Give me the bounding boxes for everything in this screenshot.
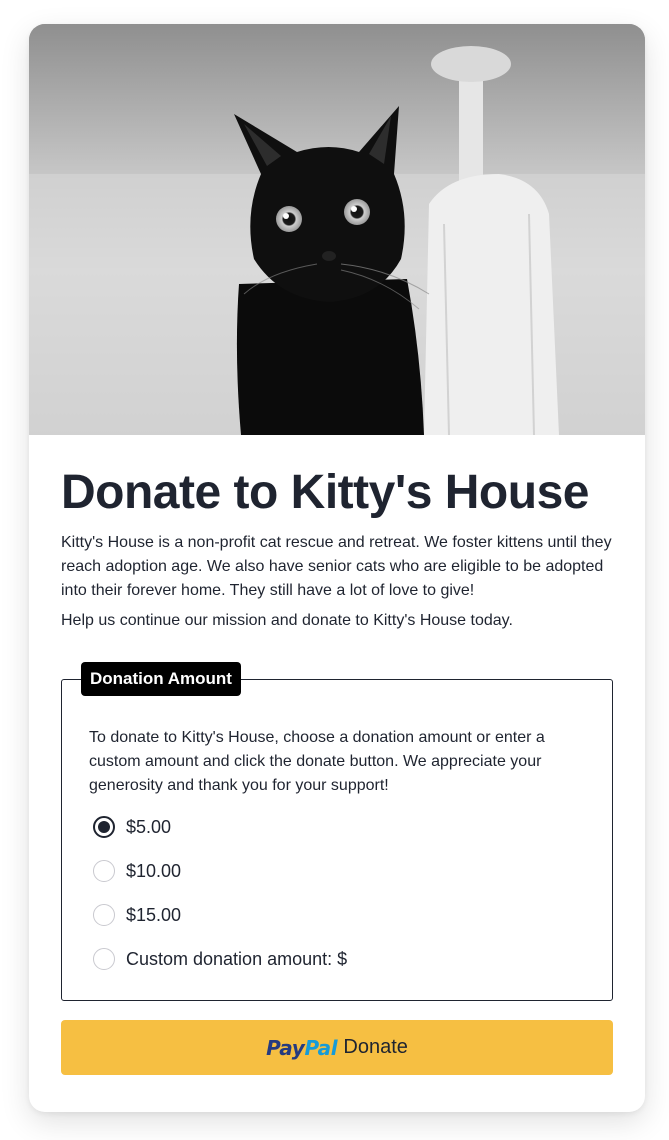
donation-option-custom[interactable]: Custom donation amount: $ <box>93 947 347 971</box>
paypal-logo-icon: PayPal <box>266 1035 338 1060</box>
option-label-custom: Custom donation amount: $ <box>126 949 348 969</box>
intro-section: Donate to Kitty's House Kitty's House is… <box>61 465 613 633</box>
option-label-15: $15.00 <box>126 905 182 925</box>
hero-image <box>29 24 645 435</box>
paypal-logo-pay: Pay <box>266 1035 305 1060</box>
paypal-donate-button[interactable]: PayPal Donate <box>61 1020 613 1075</box>
call-to-action-text: Help us continue our mission and donate … <box>61 612 513 629</box>
donation-option-5[interactable]: $5.00 <box>93 815 171 839</box>
donation-card: Donate to Kitty's House Kitty's House is… <box>29 24 645 1112</box>
paypal-logo-pal: Pal <box>304 1035 338 1060</box>
option-label-5: $5.00 <box>126 817 172 837</box>
option-label-10: $10.00 <box>126 861 182 881</box>
donate-button-label: Donate <box>343 1036 408 1058</box>
donation-option-15[interactable]: $15.00 <box>93 903 181 927</box>
donation-amount-legend: Donation Amount <box>81 662 241 696</box>
page-title: Donate to Kitty's House <box>61 466 589 519</box>
donation-instructions: To donate to Kitty's House, choose a don… <box>89 729 545 794</box>
radio-custom[interactable] <box>93 948 115 970</box>
page-description: Kitty's House is a non-profit cat rescue… <box>61 534 612 599</box>
donation-option-10[interactable]: $10.00 <box>93 859 181 883</box>
donation-amount-fieldset: Donation Amount To donate to Kitty's Hou… <box>61 662 613 1001</box>
radio-5[interactable] <box>93 816 115 838</box>
radio-15[interactable] <box>93 904 115 926</box>
black-cat-photo <box>29 24 645 435</box>
radio-10[interactable] <box>93 860 115 882</box>
